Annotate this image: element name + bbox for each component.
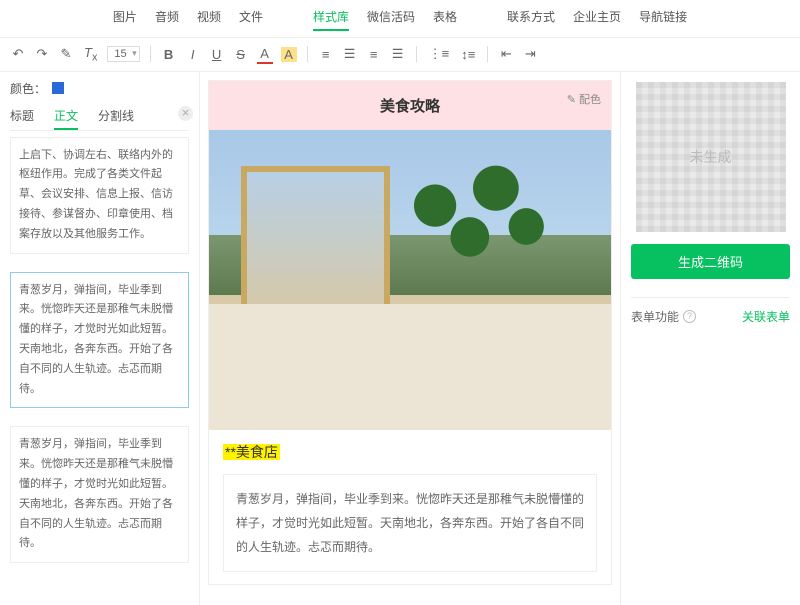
color-config-button[interactable]: ✎ 配色	[567, 91, 601, 107]
nav-file[interactable]: 文件	[239, 8, 263, 31]
close-panel-icon[interactable]: ×	[178, 106, 193, 121]
doc-subtitle[interactable]: **美食店	[223, 444, 280, 460]
editor-canvas[interactable]: ✎ 配色 美食攻略 **美食店 青葱岁月，弹指间，毕业季到来。恍惚昨天还是那稚气…	[200, 72, 620, 605]
nav-navlink[interactable]: 导航链接	[639, 8, 687, 31]
nav-table[interactable]: 表格	[433, 8, 457, 31]
format-paint-icon[interactable]: ✎	[58, 45, 74, 63]
italic-button[interactable]: I	[185, 46, 201, 63]
undo-icon[interactable]: ↶	[10, 45, 26, 63]
font-color-button[interactable]: A	[257, 45, 273, 64]
tab-divider[interactable]: 分割线	[98, 103, 134, 130]
indent-left-icon[interactable]: ⇤	[498, 45, 514, 63]
nav-contact[interactable]: 联系方式	[507, 8, 555, 31]
indent-right-icon[interactable]: ⇥	[522, 45, 538, 63]
editor-toolbar: ↶ ↷ ✎ Tx 15 B I U S A A ≡ ☰ ≡ ☰ ⋮≡ ↕≡ ⇤ …	[0, 38, 800, 72]
font-size-select[interactable]: 15	[107, 46, 139, 62]
tab-title[interactable]: 标题	[10, 103, 34, 130]
align-justify-icon[interactable]: ☰	[390, 45, 406, 63]
highlight-button[interactable]: A	[281, 47, 297, 62]
top-nav: 图片 音频 视频 文件 样式库 微信活码 表格 联系方式 企业主页 导航链接	[0, 0, 800, 38]
left-tabs: 标题 正文 分割线	[10, 103, 189, 131]
nav-company[interactable]: 企业主页	[573, 8, 621, 31]
doc-image[interactable]	[209, 130, 611, 430]
clear-format-icon[interactable]: Tx	[82, 44, 99, 65]
nav-wechat-code[interactable]: 微信活码	[367, 8, 415, 31]
style-card[interactable]: 青葱岁月，弹指间，毕业季到来。恍惚昨天还是那稚气未脱懵懂的样子，才觉时光如此短暂…	[10, 426, 189, 563]
nav-video[interactable]: 视频	[197, 8, 221, 31]
nav-image[interactable]: 图片	[113, 8, 137, 31]
tab-body[interactable]: 正文	[54, 103, 78, 130]
help-icon[interactable]: ?	[683, 310, 696, 323]
doc-quote[interactable]: 青葱岁月，弹指间，毕业季到来。恍惚昨天还是那稚气未脱懵懂的样子，才觉时光如此短暂…	[223, 474, 597, 572]
nav-audio[interactable]: 音频	[155, 8, 179, 31]
qr-placeholder: 未生成	[636, 82, 786, 232]
redo-icon[interactable]: ↷	[34, 45, 50, 63]
generate-qr-button[interactable]: 生成二维码	[631, 244, 790, 279]
right-panel: 未生成 生成二维码 表单功能? 关联表单	[620, 72, 800, 605]
list-ordered-icon[interactable]: ⋮≡	[427, 45, 452, 63]
align-center-icon[interactable]: ☰	[342, 45, 358, 63]
left-panel: 颜色： × 标题 正文 分割线 上启下、协调左右、联络内外的枢纽作用。完成了各类…	[0, 72, 200, 605]
style-card-selected[interactable]: 青葱岁月，弹指间，毕业季到来。恍惚昨天还是那稚气未脱懵懂的样子，才觉时光如此短暂…	[10, 272, 189, 409]
bold-button[interactable]: B	[161, 46, 177, 63]
color-swatch[interactable]	[52, 82, 64, 94]
strike-button[interactable]: S	[233, 46, 249, 63]
align-left-icon[interactable]: ≡	[318, 46, 334, 63]
align-right-icon[interactable]: ≡	[366, 46, 382, 63]
underline-button[interactable]: U	[209, 46, 225, 63]
color-row: 颜色：	[10, 80, 189, 97]
link-form-button[interactable]: 关联表单	[742, 308, 790, 325]
doc-title: 美食攻略	[380, 98, 440, 115]
form-label: 表单功能?	[631, 308, 696, 325]
line-height-icon[interactable]: ↕≡	[459, 46, 477, 63]
nav-styles[interactable]: 样式库	[313, 8, 349, 31]
color-label: 颜色：	[10, 80, 46, 97]
style-card[interactable]: 上启下、协调左右、联络内外的枢纽作用。完成了各类文件起草、会议安排、信息上报、信…	[10, 137, 189, 254]
doc-header[interactable]: ✎ 配色 美食攻略	[209, 81, 611, 130]
